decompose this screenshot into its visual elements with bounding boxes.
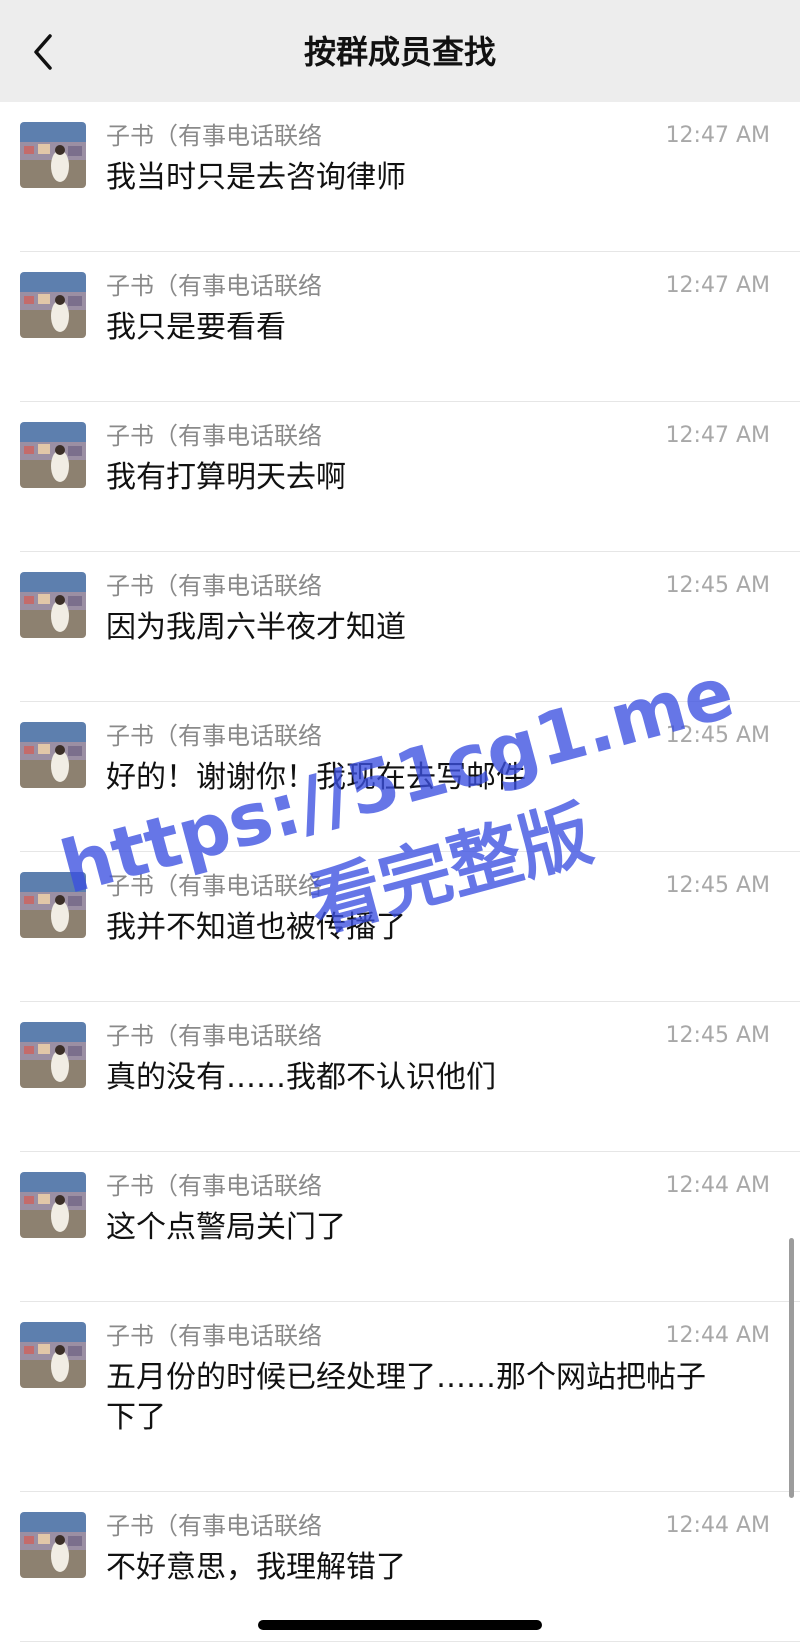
message-time: 12:47 AM <box>665 273 770 298</box>
scrollbar[interactable] <box>789 1238 794 1498</box>
sender-name: 子书（有事电话联络 <box>106 1322 322 1350</box>
sender-name: 子书（有事电话联络 <box>106 122 322 150</box>
message-time: 12:45 AM <box>665 573 770 598</box>
message-row[interactable]: 子书（有事电话联络 12:47 AM 我只是要看看 <box>0 252 800 402</box>
avatar[interactable] <box>20 1322 86 1388</box>
avatar[interactable] <box>20 1022 86 1088</box>
message-row[interactable]: 子书（有事电话联络 12:45 AM 真的没有……我都不认识他们 <box>0 1002 800 1152</box>
message-text: 五月份的时候已经处理了……那个网站把帖子下了 <box>106 1360 706 1435</box>
message-text: 这个点警局关门了 <box>106 1210 346 1245</box>
sender-name: 子书（有事电话联络 <box>106 422 322 450</box>
message-row[interactable]: 子书（有事电话联络 12:45 AM 我并不知道也被传播了 <box>0 852 800 1002</box>
avatar[interactable] <box>20 872 86 938</box>
home-indicator[interactable] <box>258 1620 542 1630</box>
message-text: 因为我周六半夜才知道 <box>106 610 406 645</box>
message-time: 12:45 AM <box>665 873 770 898</box>
avatar[interactable] <box>20 572 86 638</box>
message-text: 我并不知道也被传播了 <box>106 910 406 945</box>
message-row[interactable]: 子书（有事电话联络 12:47 AM 我当时只是去咨询律师 <box>0 102 800 252</box>
message-time: 12:47 AM <box>665 123 770 148</box>
avatar[interactable] <box>20 1172 86 1238</box>
message-time: 12:44 AM <box>665 1323 770 1348</box>
message-row[interactable]: 子书（有事电话联络 12:44 AM 五月份的时候已经处理了……那个网站把帖子下… <box>0 1302 800 1492</box>
sender-name: 子书（有事电话联络 <box>106 872 322 900</box>
message-row[interactable]: 子书（有事电话联络 12:47 AM 我有打算明天去啊 <box>0 402 800 552</box>
message-text: 好的！谢谢你！我现在去写邮件 <box>106 760 526 795</box>
message-row[interactable]: 子书（有事电话联络 12:45 AM 因为我周六半夜才知道 <box>0 552 800 702</box>
message-text: 我有打算明天去啊 <box>106 460 346 495</box>
message-time: 12:47 AM <box>665 423 770 448</box>
sender-name: 子书（有事电话联络 <box>106 1022 322 1050</box>
message-row[interactable]: 子书（有事电话联络 12:44 AM 这个点警局关门了 <box>0 1152 800 1302</box>
message-text: 我当时只是去咨询律师 <box>106 160 406 195</box>
message-time: 12:44 AM <box>665 1173 770 1198</box>
message-time: 12:45 AM <box>665 1023 770 1048</box>
message-text: 真的没有……我都不认识他们 <box>106 1060 496 1095</box>
sender-name: 子书（有事电话联络 <box>106 1512 322 1540</box>
sender-name: 子书（有事电话联络 <box>106 1172 322 1200</box>
nav-bar: 按群成员查找 <box>0 0 800 102</box>
message-row[interactable]: 子书（有事电话联络 12:45 AM 好的！谢谢你！我现在去写邮件 <box>0 702 800 852</box>
message-text: 我只是要看看 <box>106 310 286 345</box>
sender-name: 子书（有事电话联络 <box>106 272 322 300</box>
sender-name: 子书（有事电话联络 <box>106 572 322 600</box>
avatar[interactable] <box>20 422 86 488</box>
avatar[interactable] <box>20 272 86 338</box>
avatar[interactable] <box>20 722 86 788</box>
avatar[interactable] <box>20 122 86 188</box>
message-list: 子书（有事电话联络 12:47 AM 我当时只是去咨询律师 子书（有事电话联络 … <box>0 102 800 1642</box>
avatar[interactable] <box>20 1512 86 1578</box>
message-time: 12:45 AM <box>665 723 770 748</box>
sender-name: 子书（有事电话联络 <box>106 722 322 750</box>
message-time: 12:44 AM <box>665 1513 770 1538</box>
page-title: 按群成员查找 <box>303 33 496 71</box>
message-text: 不好意思，我理解错了 <box>106 1550 406 1585</box>
